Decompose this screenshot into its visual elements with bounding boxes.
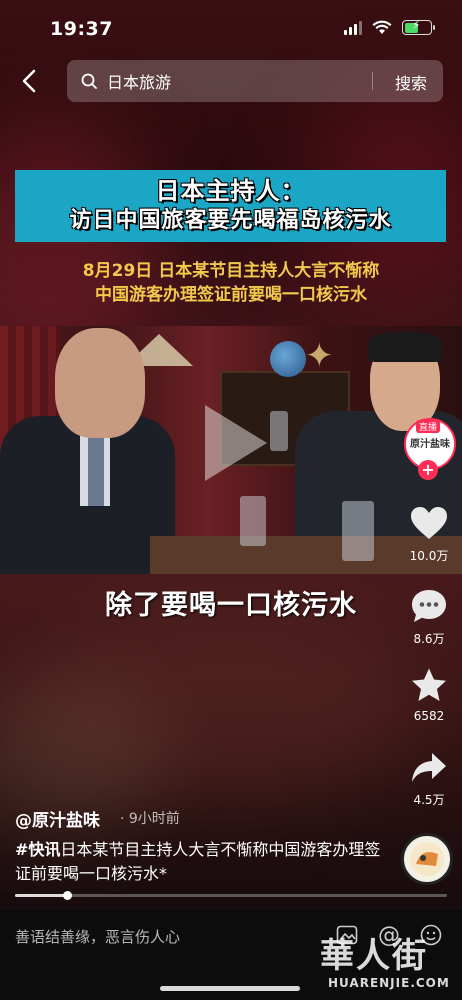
comment-input[interactable]: 善语结善缘，恶言伤人心 (15, 926, 180, 947)
favorite-count: 6582 (413, 709, 445, 723)
search-input[interactable]: 日本旅游 搜索 (67, 60, 443, 102)
video-description: #快讯日本某节目主持人大言不惭称中国游客办理签证前要喝一口核污水* (15, 838, 385, 886)
heart-icon (411, 507, 447, 539)
wifi-icon (372, 20, 392, 34)
watermark-logo: 華人街 HUARENJIE.COM (320, 928, 460, 998)
comment-count: 8.6万 (413, 632, 445, 646)
search-divider (372, 72, 373, 90)
video-caption: 除了要喝一口核污水 (105, 590, 357, 621)
like-count: 10.0万 (409, 549, 449, 563)
post-time: · 9小时前 (120, 811, 180, 827)
avatar-text: 原汁盐味 (410, 438, 450, 450)
status-icons: ⚡ (344, 18, 435, 35)
share-button[interactable]: 4.5万 (404, 751, 454, 808)
favorite-button[interactable]: 6582 (404, 667, 454, 723)
headline-line-1: 日本主持人： (155, 177, 306, 205)
hashtag[interactable]: #快讯 (15, 840, 60, 859)
subtitle-line-2: 中国游客办理签证前要喝一口核污水 (95, 285, 367, 305)
share-arrow-icon (412, 753, 446, 782)
play-icon[interactable] (205, 405, 267, 481)
search-query: 日本旅游 (107, 73, 172, 92)
subtitle-line-1: 8月29日 日本某节目主持人大言不惭称 (82, 261, 380, 281)
share-count: 4.5万 (413, 793, 445, 807)
status-time: 19:37 (50, 18, 113, 40)
like-button[interactable]: 10.0万 (404, 505, 454, 564)
watermark-cn: 華人街 (320, 936, 428, 976)
chevron-left-icon (22, 69, 36, 93)
comment-icon (412, 590, 446, 622)
star-icon (412, 668, 446, 701)
progress-handle[interactable] (62, 891, 72, 900)
home-indicator[interactable] (160, 986, 300, 991)
battery-icon: ⚡ (402, 18, 435, 35)
search-submit-button[interactable]: 搜索 (395, 70, 427, 94)
video-progress-bar[interactable] (15, 891, 447, 900)
cellular-signal-icon (344, 20, 362, 35)
description-text: 日本某节目主持人大言不惭称中国游客办理签证前要喝一口核污水* (15, 840, 381, 883)
watermark-en: HUARENJIE.COM (328, 976, 450, 990)
live-badge: 直播 (416, 420, 441, 433)
follow-button[interactable]: + (418, 460, 438, 480)
status-bar: 19:37 ⚡ (0, 0, 462, 56)
comment-button[interactable]: 8.6万 (404, 588, 454, 647)
headline-banner: 日本主持人： 访日中国旅客要先喝福岛核污水 (15, 170, 446, 242)
search-icon (81, 72, 99, 90)
author-name[interactable]: @原汁盐味 (15, 806, 100, 831)
back-button[interactable] (14, 66, 44, 96)
headline-line-2: 访日中国旅客要先喝福岛核污水 (69, 208, 392, 233)
music-disc-icon[interactable] (401, 833, 453, 885)
